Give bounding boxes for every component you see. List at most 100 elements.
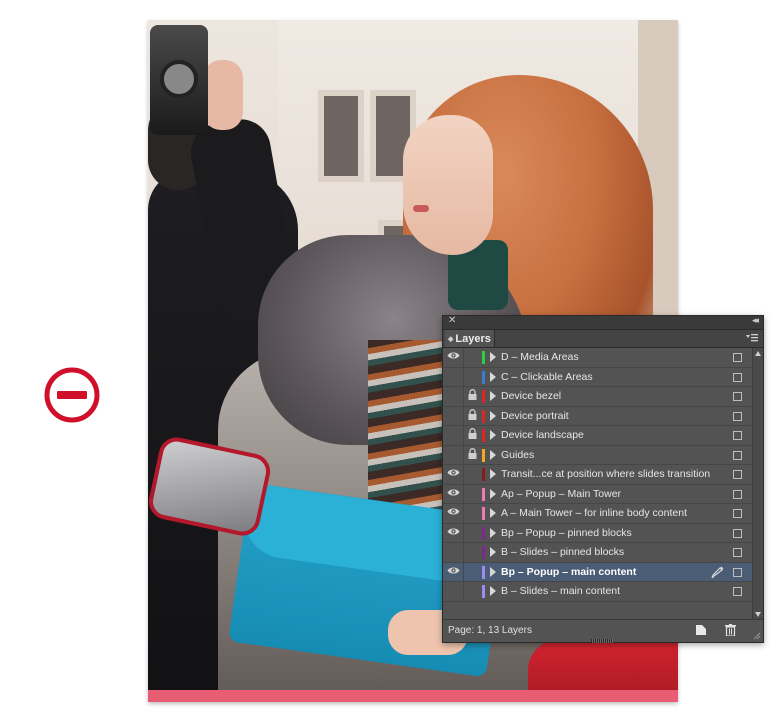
visibility-toggle[interactable] xyxy=(443,445,464,464)
lock-toggle[interactable] xyxy=(464,524,480,543)
visibility-toggle[interactable] xyxy=(443,348,464,367)
lock-icon xyxy=(468,447,477,462)
visibility-toggle[interactable] xyxy=(443,484,464,503)
panel-titlebar[interactable]: ✕ ◂◂ xyxy=(443,315,763,330)
visibility-toggle[interactable] xyxy=(443,523,464,542)
layer-row[interactable]: Device landscape xyxy=(443,426,753,446)
layer-color-swatch xyxy=(482,429,485,442)
lock-icon xyxy=(468,428,477,442)
lock-toggle[interactable] xyxy=(464,563,480,582)
visibility-toggle[interactable] xyxy=(443,465,464,484)
photographer-hand xyxy=(203,60,243,130)
layer-row[interactable]: D – Media Areas xyxy=(443,348,753,368)
lock-toggle[interactable] xyxy=(464,543,480,562)
expand-triangle-icon[interactable] xyxy=(490,391,496,401)
lock-toggle[interactable] xyxy=(464,446,480,465)
expand-triangle-icon[interactable] xyxy=(490,488,496,499)
visibility-toggle[interactable] xyxy=(443,367,464,386)
visibility-toggle[interactable] xyxy=(443,426,464,445)
layer-color-swatch xyxy=(482,585,485,598)
double-chevron-icon[interactable]: ◂◂ xyxy=(752,315,759,326)
lock-toggle[interactable] xyxy=(464,465,480,484)
layer-color-swatch xyxy=(482,468,485,481)
layer-name: Device landscape xyxy=(501,429,584,441)
selection-square[interactable] xyxy=(733,567,742,577)
tab-layers[interactable]: ◆ Layers xyxy=(445,330,495,347)
expand-triangle-icon[interactable] xyxy=(490,527,496,538)
visibility-toggle[interactable] xyxy=(443,387,464,406)
lock-toggle[interactable] xyxy=(464,368,480,387)
lock-toggle[interactable] xyxy=(464,504,480,523)
lock-toggle[interactable] xyxy=(464,387,480,406)
visibility-toggle[interactable] xyxy=(443,543,464,562)
selection-square[interactable] xyxy=(733,528,742,538)
lips xyxy=(413,205,429,212)
selection-square[interactable] xyxy=(733,411,742,421)
scroll-down-arrow-icon[interactable] xyxy=(755,612,761,617)
layer-row[interactable]: C – Clickable Areas xyxy=(443,367,753,387)
window xyxy=(318,90,364,182)
selection-square[interactable] xyxy=(733,372,742,382)
eye-icon xyxy=(447,566,460,578)
layer-row[interactable]: Device portrait xyxy=(443,406,753,426)
footer-status: Page: 1, 13 Layers xyxy=(448,625,532,636)
selection-square[interactable] xyxy=(733,489,742,499)
selection-square[interactable] xyxy=(733,392,742,401)
layer-list: D – Media Areas C – Clickable Areas Device… xyxy=(443,348,753,620)
layer-row[interactable]: B – Slides – main content xyxy=(443,582,753,602)
layer-color-swatch xyxy=(482,546,485,559)
panel-drag-handle[interactable] xyxy=(591,639,613,643)
layer-row[interactable]: A – Main Tower – for inline body content xyxy=(443,504,753,524)
expand-triangle-icon[interactable] xyxy=(490,371,496,382)
eye-icon xyxy=(447,488,460,500)
expand-triangle-icon[interactable] xyxy=(490,352,496,362)
layer-row[interactable]: Device bezel xyxy=(443,387,753,407)
visibility-toggle[interactable] xyxy=(443,562,464,581)
visibility-toggle[interactable] xyxy=(443,504,464,523)
expand-triangle-icon[interactable] xyxy=(490,430,496,440)
expand-triangle-icon[interactable] xyxy=(490,547,496,557)
close-icon[interactable]: ✕ xyxy=(448,315,456,326)
selection-square[interactable] xyxy=(733,431,742,440)
selection-square[interactable] xyxy=(733,470,742,479)
scrollbar[interactable] xyxy=(752,348,763,620)
lock-toggle[interactable] xyxy=(464,582,480,601)
visibility-toggle[interactable] xyxy=(443,582,464,601)
layer-name: B – Slides – main content xyxy=(501,585,621,597)
layer-row[interactable]: Transit...ce at position where slides tr… xyxy=(443,465,753,485)
trash-icon[interactable] xyxy=(725,624,736,636)
expand-triangle-icon[interactable] xyxy=(490,449,496,460)
panel-menu-icon[interactable] xyxy=(746,333,758,343)
lock-icon xyxy=(468,389,477,403)
scroll-up-arrow-icon[interactable] xyxy=(755,351,761,356)
expand-triangle-icon[interactable] xyxy=(490,566,496,577)
panel-tabbar: ◆ Layers xyxy=(443,330,763,348)
layer-color-swatch xyxy=(482,370,485,384)
selection-square[interactable] xyxy=(733,353,742,362)
layer-row[interactable]: Guides xyxy=(443,445,753,465)
lock-toggle[interactable] xyxy=(464,407,480,426)
resize-grip-icon[interactable] xyxy=(753,632,761,640)
expand-triangle-icon[interactable] xyxy=(490,586,496,596)
layer-name: Device bezel xyxy=(501,390,562,402)
camera-lens xyxy=(160,60,198,98)
selection-square[interactable] xyxy=(733,587,742,596)
expand-triangle-icon[interactable] xyxy=(490,508,496,518)
expand-triangle-icon[interactable] xyxy=(490,469,496,479)
visibility-toggle[interactable] xyxy=(443,406,464,425)
selection-square[interactable] xyxy=(733,509,742,518)
layer-row[interactable]: Bp – Popup – pinned blocks xyxy=(443,523,753,543)
lock-toggle[interactable] xyxy=(464,426,480,445)
layer-row[interactable]: Bp – Popup – main content xyxy=(443,562,753,582)
new-layer-icon[interactable] xyxy=(695,624,707,636)
selection-square[interactable] xyxy=(733,548,742,557)
camera xyxy=(150,25,208,135)
layer-color-swatch xyxy=(482,448,485,462)
lock-toggle[interactable] xyxy=(464,348,480,367)
layer-row[interactable]: Ap – Popup – Main Tower xyxy=(443,484,753,504)
selection-square[interactable] xyxy=(733,450,742,460)
lock-toggle[interactable] xyxy=(464,485,480,504)
expand-triangle-icon[interactable] xyxy=(490,410,496,421)
layer-row[interactable]: B – Slides – pinned blocks xyxy=(443,543,753,563)
lock-icon xyxy=(468,408,477,423)
